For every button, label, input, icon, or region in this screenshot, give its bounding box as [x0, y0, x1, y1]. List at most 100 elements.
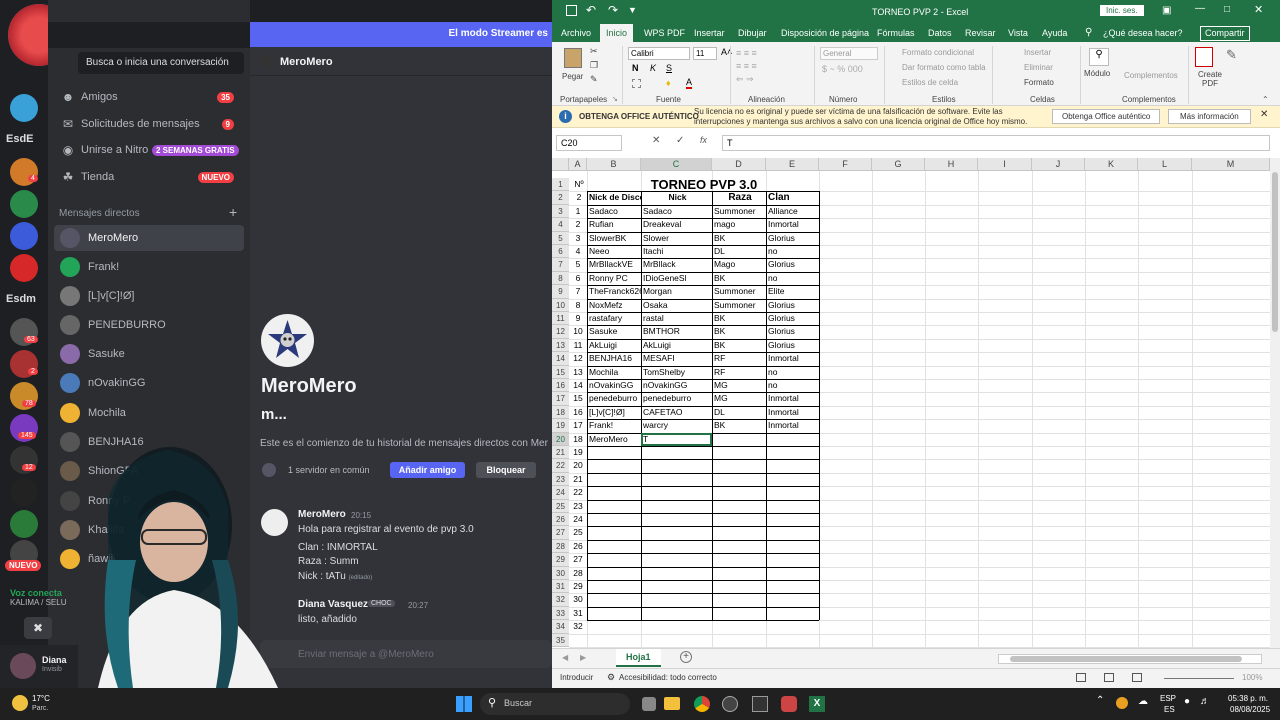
server-icon[interactable] — [10, 94, 38, 122]
active-cell-selection[interactable] — [641, 432, 712, 446]
tab-home[interactable]: Inicio — [600, 24, 634, 42]
tab-insert[interactable]: Insertar — [694, 28, 725, 38]
cell[interactable]: 26 — [569, 540, 587, 553]
cell[interactable] — [587, 473, 641, 486]
cell[interactable] — [712, 567, 766, 580]
tab-formulas[interactable]: Fórmulas — [877, 28, 915, 38]
cell[interactable]: Glorius — [766, 339, 819, 352]
cell[interactable] — [766, 486, 819, 499]
row-header[interactable]: 9 — [552, 285, 569, 299]
cell[interactable] — [587, 526, 641, 539]
add-sheet-icon[interactable]: + — [680, 651, 692, 663]
message-author[interactable]: Diana Vasquez — [298, 599, 368, 610]
cell[interactable] — [641, 567, 712, 580]
font-color-icon[interactable]: A — [686, 77, 693, 89]
cell[interactable] — [587, 446, 641, 459]
excel-taskbar-icon[interactable]: X — [809, 696, 825, 712]
cell[interactable] — [712, 486, 766, 499]
cell[interactable]: MESAFI — [641, 352, 712, 365]
row-header[interactable]: 22 — [552, 459, 569, 473]
cell[interactable] — [587, 580, 641, 593]
cell[interactable] — [712, 513, 766, 526]
column-header[interactable]: L — [1138, 158, 1192, 171]
name-box[interactable]: C20 — [556, 135, 622, 151]
copy-icon[interactable]: ❐ — [590, 60, 598, 71]
cell[interactable]: Alliance — [766, 205, 819, 218]
row-header[interactable]: 29 — [552, 553, 569, 567]
delete-cells-button[interactable]: Eliminar — [1024, 63, 1053, 72]
cell[interactable] — [712, 433, 766, 446]
cell[interactable]: Elite — [766, 285, 819, 298]
row-header[interactable]: 6 — [552, 245, 569, 259]
cell[interactable] — [587, 553, 641, 566]
row-header[interactable]: 13 — [552, 338, 569, 353]
voice-status[interactable]: Voz conecta KALIMA / SELU — [0, 585, 78, 615]
cell[interactable]: Clan — [766, 191, 819, 204]
row-header[interactable]: 11 — [552, 312, 569, 326]
fill-color-icon[interactable]: ♦ — [666, 78, 671, 88]
row-header[interactable]: 34 — [552, 620, 569, 634]
cell[interactable]: Glorius — [766, 232, 819, 245]
cell[interactable] — [766, 500, 819, 513]
zoom-level[interactable]: 100% — [1242, 673, 1262, 682]
cell[interactable] — [712, 526, 766, 539]
row-header[interactable]: 7 — [552, 258, 569, 272]
cell[interactable] — [712, 459, 766, 472]
cell[interactable] — [766, 446, 819, 459]
cell[interactable]: 16 — [569, 406, 587, 419]
cell[interactable]: penedeburro — [641, 392, 712, 405]
cell[interactable] — [587, 620, 641, 633]
column-header[interactable]: H — [925, 158, 978, 171]
underline-button[interactable]: S — [666, 63, 672, 73]
currency-icon[interactable]: $ ~ % 000 — [822, 64, 863, 74]
cell[interactable]: 6 — [569, 272, 587, 285]
tab-wps-pdf[interactable]: WPS PDF — [644, 28, 685, 38]
cell[interactable]: 22 — [569, 486, 587, 499]
zoom-slider[interactable] — [1164, 678, 1234, 679]
row-header[interactable]: 21 — [552, 446, 569, 460]
cell[interactable]: rastal — [641, 312, 712, 325]
cell[interactable]: 9 — [569, 312, 587, 325]
column-header[interactable]: C — [641, 158, 712, 171]
cell[interactable]: 4 — [569, 245, 587, 258]
cell[interactable] — [712, 607, 766, 620]
dm-item[interactable]: Mochila — [54, 400, 244, 426]
format-cells-button[interactable]: Formato — [1024, 78, 1054, 87]
row-header[interactable]: 28 — [552, 539, 569, 554]
cell[interactable]: Summoner — [712, 299, 766, 312]
addins-button[interactable]: Complementos — [1124, 71, 1178, 80]
cell[interactable]: Glorius — [766, 325, 819, 338]
column-header[interactable]: D — [712, 158, 766, 171]
cell[interactable]: Sadaco — [641, 205, 712, 218]
accessibility-status[interactable]: Accesibilidad: todo correcto — [619, 673, 717, 682]
cell[interactable]: Raza — [712, 191, 766, 204]
cell[interactable] — [587, 607, 641, 620]
pdf-icon[interactable] — [1195, 47, 1213, 67]
wifi-icon[interactable]: ● — [1184, 696, 1190, 707]
cell[interactable]: 23 — [569, 500, 587, 513]
row-header[interactable]: 32 — [552, 593, 569, 607]
cell[interactable]: 12 — [569, 352, 587, 365]
row-header[interactable]: 23 — [552, 472, 569, 487]
cell[interactable]: MrBllack — [641, 258, 712, 271]
cell[interactable]: 29 — [569, 580, 587, 593]
tray-chevron-icon[interactable]: ⌃ — [1096, 695, 1104, 706]
cell[interactable] — [766, 513, 819, 526]
formula-input[interactable]: T — [722, 135, 1270, 151]
cell[interactable]: NoxMefz — [587, 299, 641, 312]
cell[interactable] — [766, 433, 819, 446]
app-icon[interactable] — [752, 696, 768, 712]
cell[interactable]: no — [766, 366, 819, 379]
cell[interactable]: Inmortal — [766, 352, 819, 365]
sheet-title[interactable]: TORNEO PVP 3.0 — [587, 178, 819, 191]
cell[interactable]: Sasuke — [587, 325, 641, 338]
dm-item[interactable]: [L]v[C]!Ø] — [54, 283, 244, 309]
cell[interactable]: 14 — [569, 379, 587, 392]
cell[interactable]: Ronny PC — [587, 272, 641, 285]
server-label[interactable]: EsdE — [6, 133, 34, 145]
server-icon[interactable] — [10, 478, 38, 506]
row-header[interactable]: 10 — [552, 298, 569, 312]
cell[interactable] — [641, 486, 712, 499]
dm-item[interactable]: Frank! — [54, 254, 244, 280]
cell[interactable]: MeroMero — [587, 433, 641, 446]
